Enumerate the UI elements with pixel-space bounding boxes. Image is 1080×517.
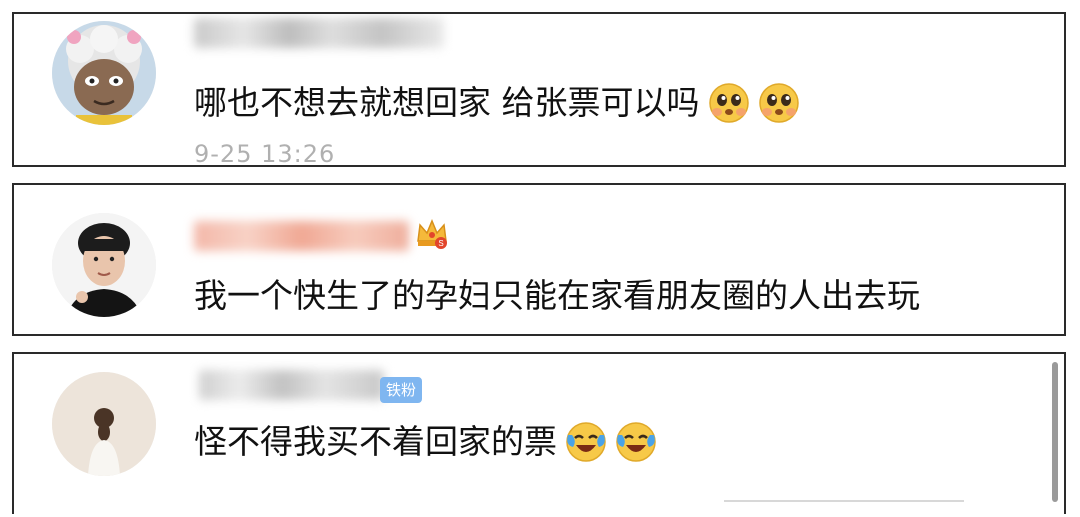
portrait-avatar-icon [52,372,156,476]
scrollbar[interactable] [1052,362,1058,502]
comment-card: S 我一个快生了的孕妇只能在家看朋友圈的人出去玩 [12,183,1066,336]
comment-text: 我一个快生了的孕妇只能在家看朋友圈的人出去玩 [194,276,920,315]
laugh-cry-emoji-icon [565,421,607,463]
username-blurred[interactable] [199,370,384,400]
vip-crown-badge-icon: S [414,215,450,251]
comment-text-row: 我一个快生了的孕妇只能在家看朋友圈的人出去玩 [194,274,920,318]
comment-timestamp: 9-25 13:26 [194,140,336,167]
comment-text-row: 怪不得我买不着回家的票 [194,420,657,464]
username-blurred[interactable] [194,18,444,48]
comment-card: 哪也不想去就想回家 给张票可以吗 9-25 13:26 [12,12,1066,167]
comment-text-row: 哪也不想去就想回家 给张票可以吗 [194,81,800,125]
avatar[interactable] [52,372,156,476]
laugh-cry-emoji-icon [615,421,657,463]
comment-card: 铁粉 怪不得我买不着回家的票 [12,352,1066,514]
pleading-face-emoji-icon [708,82,750,124]
avatar[interactable] [52,21,156,125]
fan-badge: 铁粉 [380,377,423,403]
svg-text:S: S [438,239,443,248]
comment-text: 哪也不想去就想回家 给张票可以吗 [194,83,700,122]
portrait-avatar-icon [52,213,156,317]
cartoon-sheep-avatar-icon [52,21,156,125]
comment-text: 怪不得我买不着回家的票 [194,422,557,461]
username-blurred[interactable] [194,221,409,251]
pleading-face-emoji-icon [758,82,800,124]
avatar[interactable] [52,213,156,317]
divider [724,500,964,514]
